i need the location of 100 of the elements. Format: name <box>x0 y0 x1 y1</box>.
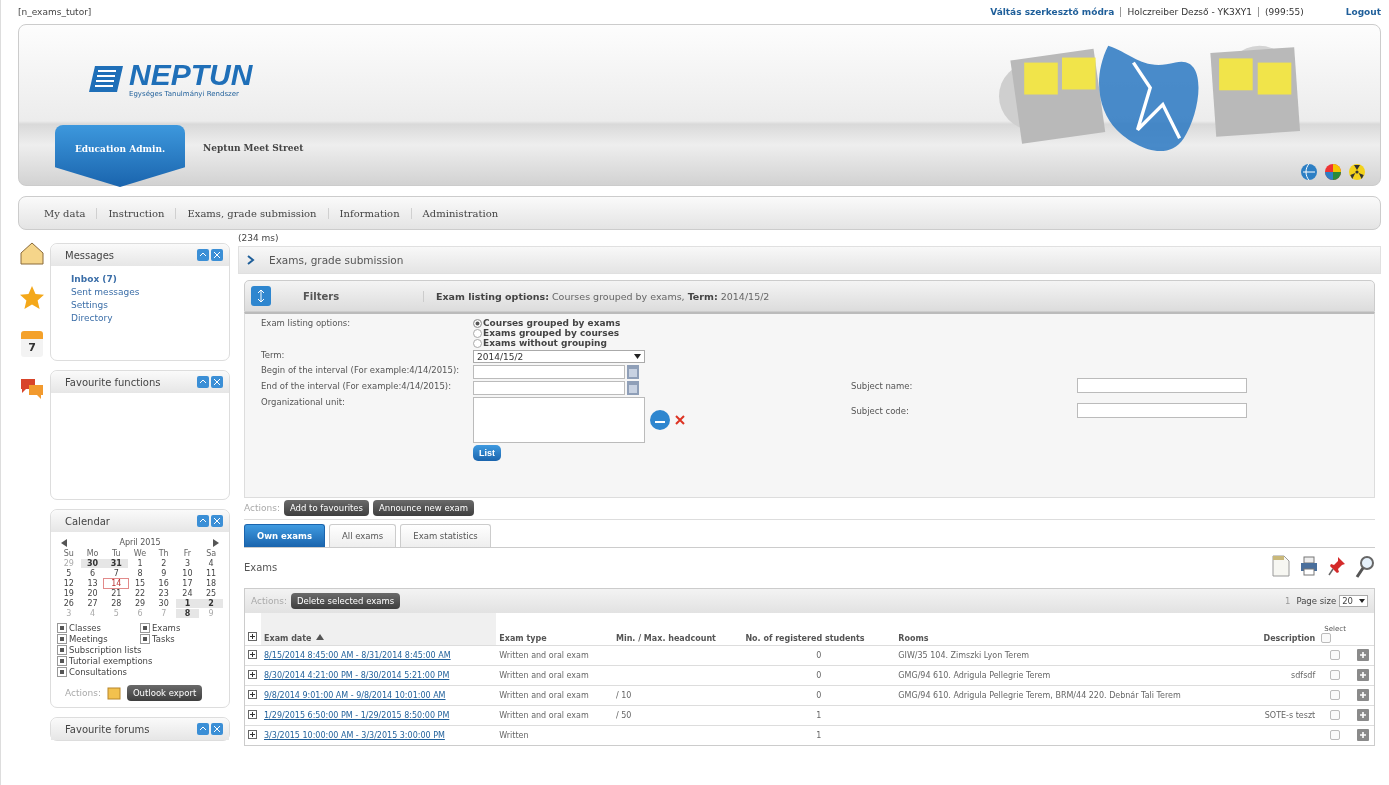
checkbox[interactable] <box>140 623 150 633</box>
collapse-icon[interactable] <box>197 376 209 388</box>
edit-mode-link[interactable]: Váltás szerkesztő módra <box>984 7 1121 17</box>
message-folder-link[interactable]: Sent messages <box>71 287 221 297</box>
calendar-day[interactable]: 7 <box>104 569 129 578</box>
radiation-icon[interactable] <box>1348 163 1366 181</box>
page-size-select[interactable]: 20 <box>1339 595 1368 607</box>
calendar-day[interactable]: 29 <box>128 599 152 608</box>
header-tab[interactable]: Neptun Meet Street <box>199 125 308 171</box>
browse-icon[interactable] <box>649 409 671 431</box>
calendar-day[interactable]: 14 <box>104 579 129 588</box>
calendar-day[interactable]: 21 <box>104 589 129 598</box>
plus-icon[interactable] <box>1356 708 1369 721</box>
menu-item[interactable]: Information <box>328 207 412 219</box>
folder-icon[interactable] <box>106 686 121 700</box>
calendar-day[interactable]: 1 <box>175 599 200 608</box>
calendar-day[interactable]: 31 <box>104 559 129 568</box>
calendar-day[interactable]: 1 <box>128 559 152 568</box>
column-header[interactable]: Description <box>1263 634 1316 643</box>
calendar-day[interactable]: 30 <box>151 599 176 608</box>
calendar-day[interactable]: 25 <box>199 589 223 598</box>
calendar-day[interactable]: 15 <box>128 579 152 588</box>
color-wheel-icon[interactable] <box>1324 163 1342 181</box>
row-checkbox[interactable] <box>1330 649 1341 660</box>
calendar-day[interactable]: 30 <box>80 559 105 568</box>
calendar-day[interactable]: 27 <box>80 599 105 608</box>
select-all-checkbox[interactable] <box>1321 633 1332 643</box>
checkbox[interactable] <box>140 634 150 644</box>
calendar-picker-icon[interactable] <box>627 381 639 395</box>
column-header[interactable]: Rooms <box>898 634 929 643</box>
exam-date-link[interactable]: 9/8/2014 9:01:00 AM - 9/8/2014 10:01:00 AM <box>264 691 446 700</box>
collapse-icon[interactable] <box>197 723 209 735</box>
exam-date-link[interactable]: 8/30/2014 4:21:00 PM - 8/30/2014 5:21:00 PM <box>264 671 450 680</box>
message-folder-link[interactable]: Inbox (7) <box>71 274 221 284</box>
calendar-day[interactable]: 12 <box>57 579 81 588</box>
calendar-day[interactable]: 5 <box>57 569 81 578</box>
calendar-day[interactable]: 18 <box>199 579 223 588</box>
checkbox[interactable] <box>57 645 67 655</box>
calendar-day[interactable]: 24 <box>175 589 200 598</box>
message-folder-link[interactable]: Directory <box>71 313 221 323</box>
calendar-day[interactable]: 22 <box>128 589 152 598</box>
plus-icon[interactable] <box>1356 688 1369 701</box>
checkbox[interactable] <box>57 634 67 644</box>
calendar-day[interactable]: 4 <box>199 559 223 568</box>
column-header[interactable]: Min. / Max. headcount <box>615 634 716 643</box>
calendar-day[interactable]: 28 <box>104 599 129 608</box>
expand-row-icon[interactable] <box>248 650 257 659</box>
term-select[interactable]: 2014/15/2 <box>473 350 645 363</box>
exam-date-link[interactable]: 3/3/2015 10:00:00 AM - 3/3/2015 3:00:00 PM <box>264 731 445 740</box>
calendar-day[interactable]: 17 <box>175 579 200 588</box>
collapse-icon[interactable] <box>197 515 209 527</box>
subject-code-field[interactable] <box>1077 403 1247 418</box>
calendar-day[interactable]: 9 <box>151 569 176 578</box>
calendar-day[interactable]: 3 <box>175 559 200 568</box>
expand-toggle-icon[interactable] <box>251 286 271 306</box>
radio-button[interactable] <box>473 318 482 328</box>
outlook-export-button[interactable]: Outlook export <box>126 685 203 701</box>
close-icon[interactable] <box>211 515 223 527</box>
delete-selected-button[interactable]: Delete selected exams <box>290 593 401 609</box>
column-header[interactable]: Exam type <box>499 634 547 643</box>
logout-link[interactable]: Logout <box>1345 7 1381 17</box>
row-checkbox[interactable] <box>1330 729 1341 740</box>
calendar-day[interactable]: 16 <box>151 579 176 588</box>
collapse-icon[interactable] <box>197 249 209 261</box>
calendar-picker-icon[interactable] <box>627 365 639 379</box>
row-checkbox[interactable] <box>1330 669 1341 680</box>
column-header[interactable]: No. of registered students <box>745 634 865 643</box>
menu-item[interactable]: Administration <box>411 207 510 219</box>
magnifier-icon[interactable] <box>1355 555 1375 579</box>
expand-row-icon[interactable] <box>248 730 257 739</box>
close-icon[interactable] <box>211 376 223 388</box>
header-tab[interactable]: Education Admin. <box>55 125 185 187</box>
exam-date-link[interactable]: 8/15/2014 8:45:00 AM - 8/31/2014 8:45:00 AM <box>264 651 451 660</box>
calendar-day[interactable]: 13 <box>80 579 105 588</box>
row-checkbox[interactable] <box>1330 709 1341 720</box>
begin-date-field[interactable] <box>473 365 625 379</box>
calendar-day[interactable]: 11 <box>199 569 223 578</box>
calendar-day[interactable]: 2 <box>199 599 223 608</box>
close-icon[interactable] <box>211 723 223 735</box>
checkbox[interactable] <box>57 667 67 677</box>
tab[interactable]: Own exams <box>244 524 325 547</box>
calendar-day[interactable]: 26 <box>57 599 81 608</box>
calendar-day[interactable]: 8 <box>175 609 200 618</box>
exam-date-link[interactable]: 1/29/2015 6:50:00 PM - 1/29/2015 8:50:00 PM <box>264 711 450 720</box>
previous-month-icon[interactable] <box>61 538 67 547</box>
chat-bubbles-icon[interactable] <box>19 377 45 401</box>
organizational-unit-field[interactable] <box>473 397 645 443</box>
close-icon[interactable] <box>211 249 223 261</box>
subject-name-field[interactable] <box>1077 378 1247 393</box>
menu-item[interactable]: My data <box>33 207 98 219</box>
printer-icon[interactable] <box>1299 555 1319 577</box>
plus-icon[interactable] <box>1356 648 1369 661</box>
home-icon[interactable] <box>19 241 45 265</box>
pin-icon[interactable] <box>1327 555 1347 577</box>
clear-icon[interactable] <box>675 415 685 425</box>
globe-icon[interactable] <box>1300 163 1318 181</box>
tab[interactable]: Exam statistics <box>400 524 491 547</box>
radio-button[interactable] <box>473 328 482 338</box>
menu-item[interactable]: Instruction <box>97 207 177 219</box>
calendar-icon[interactable]: 7 <box>21 331 43 357</box>
